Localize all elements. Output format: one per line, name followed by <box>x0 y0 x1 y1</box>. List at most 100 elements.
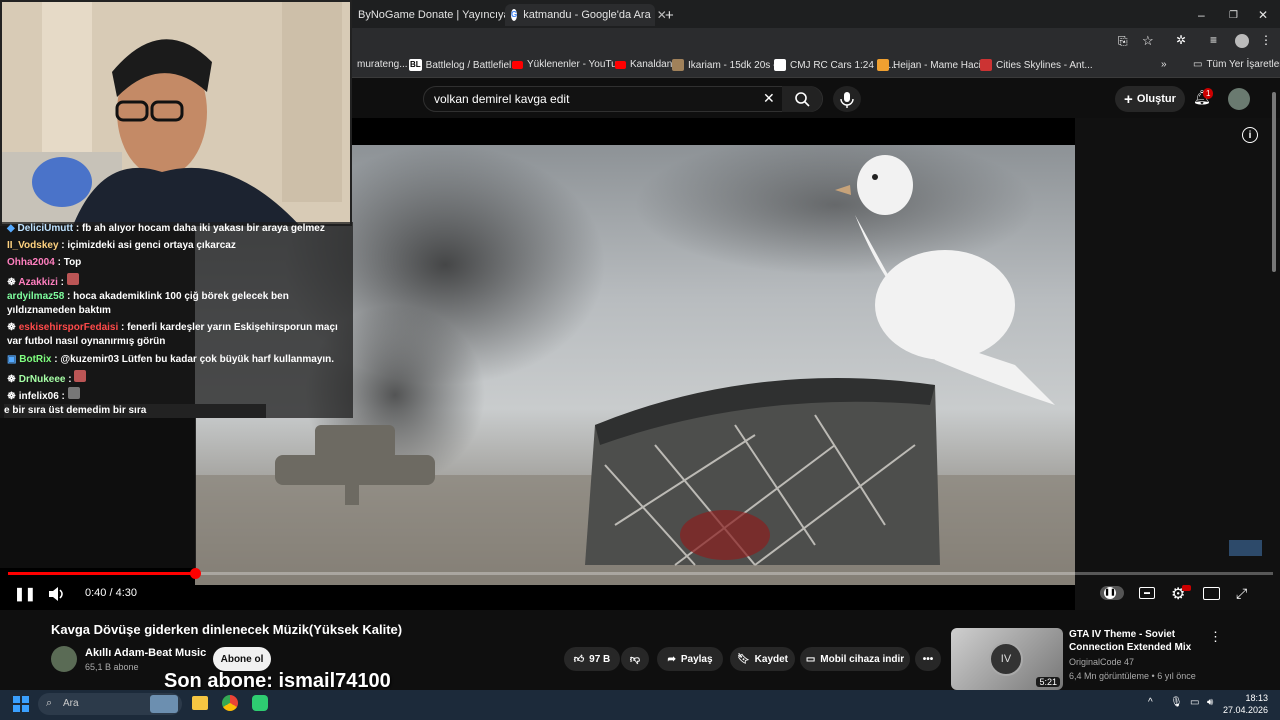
search-highlight-icon <box>150 695 178 713</box>
file-explorer-icon[interactable] <box>192 696 208 710</box>
minimize-icon[interactable]: – <box>1198 4 1205 26</box>
dislike-button[interactable]: 👎︎ <box>621 647 649 671</box>
voice-search-button[interactable] <box>833 86 861 112</box>
clear-search-icon[interactable]: ✕ <box>763 90 775 107</box>
recommendation-menu-icon[interactable]: ⋮ <box>1209 629 1222 645</box>
new-tab-button[interactable]: + <box>665 4 679 26</box>
windows-start-icon[interactable] <box>13 696 29 712</box>
download-button[interactable]: ▭ Mobil cihaza indir <box>800 647 910 671</box>
channel-avatar[interactable] <box>51 646 77 672</box>
chat-username: Azakkizi <box>18 277 58 288</box>
bookmark-item[interactable]: Cities Skylines - Ant... <box>980 59 1093 71</box>
chat-text: Top <box>63 257 82 268</box>
youtube-icon <box>512 60 523 69</box>
player-right-panel <box>1075 118 1280 610</box>
taskbar-search-placeholder: Ara <box>63 698 79 709</box>
extensions-icon[interactable]: ✲ <box>1176 33 1186 47</box>
google-favicon-icon: G <box>511 9 518 21</box>
player-left-shade <box>0 418 196 568</box>
chrome-icon[interactable] <box>222 695 238 711</box>
more-actions-icon[interactable]: ••• <box>915 647 941 671</box>
menu-icon[interactable]: ⋮ <box>1260 33 1272 47</box>
video-duration: 5:21 <box>1036 677 1060 687</box>
tab-bynogame[interactable]: ByNoGame Donate | Yayıncıya D ✕ <box>352 4 537 26</box>
progress-played <box>8 572 196 575</box>
pause-icon[interactable]: ❚❚ <box>14 586 36 602</box>
bookmark-label: Battlelog / Battlefiel... <box>425 59 520 71</box>
all-bookmarks[interactable]: ▭ Tüm Yer İşaretleri <box>1193 59 1280 70</box>
recommendation-thumbnail[interactable]: IV 5:21 <box>951 628 1063 690</box>
streamer-webcam <box>0 0 352 226</box>
hd-badge <box>1182 585 1191 591</box>
chat-message: ☸ infelix06 : <box>7 387 352 404</box>
save-button[interactable]: 🔖︎ Kaydet <box>730 647 795 671</box>
bookmark-item[interactable]: Heijan - Mame Haci... <box>877 59 989 71</box>
share-icon: ➦ <box>667 653 676 665</box>
bookmark-item[interactable]: Kanaldan <box>615 59 672 70</box>
autoplay-pause-icon: ❚❚ <box>1104 587 1116 599</box>
bookmark-item[interactable]: murateng... <box>357 59 408 70</box>
volume-button[interactable] <box>47 586 65 607</box>
folder-icon: ▭ <box>1193 59 1203 70</box>
window-close-icon[interactable]: ✕ <box>1258 4 1268 26</box>
microphone-tray-icon[interactable]: 🎙︎ <box>1170 697 1183 708</box>
subscriber-count: 65,1 B abone <box>85 662 139 672</box>
chat-username: DeliciUmutt <box>17 223 74 234</box>
recommendation-title[interactable]: GTA IV Theme - Soviet Connection Extende… <box>1069 628 1209 654</box>
theater-mode-icon[interactable] <box>1203 587 1220 600</box>
fullscreen-icon[interactable]: ⤢ <box>1236 585 1247 602</box>
search-button[interactable] <box>782 86 822 112</box>
network-icon[interactable]: ▭ <box>1190 697 1199 708</box>
account-avatar[interactable] <box>1228 88 1250 110</box>
tray-chevron-icon[interactable]: ^ <box>1148 697 1153 708</box>
clock-date[interactable]: 27.04.2026 <box>1222 705 1268 715</box>
profile-avatar[interactable] <box>1235 34 1249 48</box>
channel-name[interactable]: Akıllı Adam-Beat Music <box>85 647 206 659</box>
emote-icon <box>74 370 87 382</box>
chat-username: infelix06 <box>18 391 59 402</box>
page-scrollbar[interactable] <box>1272 92 1276 272</box>
maximize-icon[interactable]: ❐ <box>1229 4 1238 26</box>
clock-time[interactable]: 18:13 <box>1228 693 1268 703</box>
thumbs-up-icon: 👍︎ <box>573 654 585 665</box>
cmj-icon <box>774 59 786 71</box>
badge-icon: ☸ <box>7 322 16 333</box>
subscribe-button[interactable]: Abone ol <box>213 647 271 671</box>
bookmark-item[interactable]: Ikariam - 15dk 20s -... <box>672 59 785 71</box>
autoplay-toggle[interactable]: ❚❚ <box>1100 586 1124 600</box>
video-watermark <box>1229 540 1262 556</box>
bookmarks-overflow-icon[interactable]: » <box>1161 59 1167 70</box>
tab-label: ByNoGame Donate | Yayıncıya D <box>358 9 521 21</box>
search-query[interactable]: volkan demirel kavga edit <box>434 92 569 106</box>
bookmark-label: murateng... <box>357 59 408 70</box>
taskbar-search[interactable]: ⌕ Ara <box>38 693 182 715</box>
thumbs-down-icon: 👎︎ <box>629 654 641 665</box>
app-icon[interactable] <box>252 695 268 711</box>
heijan-icon <box>877 59 889 71</box>
chat-message: ▣ BotRix : @kuzemir03 Lütfen bu kadar ço… <box>7 354 335 365</box>
gta-iv-logo: IV <box>989 642 1023 676</box>
chat-message: e bir sıra üst demedim bir sıra <box>4 404 266 418</box>
info-icon[interactable]: i <box>1242 127 1258 143</box>
speaker-icon[interactable]: 🔊︎ <box>1207 697 1213 708</box>
star-icon[interactable]: ☆ <box>1142 33 1154 49</box>
search-icon <box>795 92 810 107</box>
video-title: Kavga Dövüşe giderken dinlenecek Müzik(Y… <box>51 622 403 637</box>
bookmark-label: Cities Skylines - Ant... <box>996 59 1093 71</box>
badge-icon: ◆ <box>7 223 15 234</box>
like-button[interactable]: 👍︎ 97 B <box>564 647 620 671</box>
plus-icon: + <box>1124 90 1133 108</box>
bookmark-item[interactable]: BL Battlelog / Battlefiel... <box>409 59 520 71</box>
bookmark-item[interactable]: Yüklenenler - YouTu... <box>512 59 625 70</box>
subtitles-icon[interactable]: ▬ <box>1139 587 1155 599</box>
bookmark-label: Ikariam - 15dk 20s -... <box>688 59 785 71</box>
chat-message: ardyilmaz58 : hoca akademiklink 100 çiğ … <box>7 291 289 316</box>
share-button[interactable]: ➦ Paylaş <box>657 647 723 671</box>
create-button[interactable]: + Oluştur <box>1115 86 1185 112</box>
media-icon[interactable]: ≡ <box>1210 33 1217 47</box>
time-display: 0:40 / 4:30 <box>85 587 137 599</box>
install-icon[interactable]: ⎘ <box>1118 34 1128 49</box>
share-label: Paylaş <box>680 653 713 665</box>
tab-katmandu[interactable]: G katmandu - Google'da Ara ✕ <box>505 4 667 26</box>
ikariam-icon <box>672 59 684 71</box>
